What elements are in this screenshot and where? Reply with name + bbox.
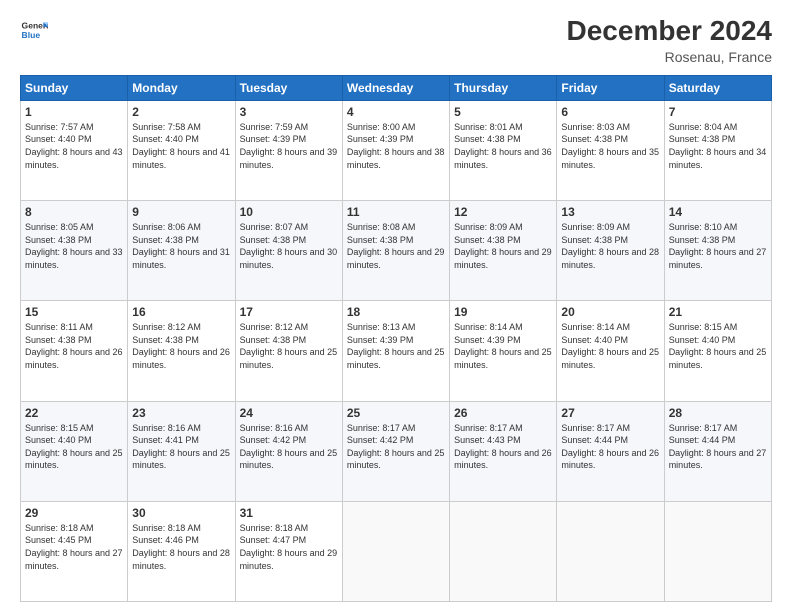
title-block: December 2024 Rosenau, France <box>567 16 772 65</box>
table-row: 13Sunrise: 8:09 AMSunset: 4:38 PMDayligh… <box>557 201 664 301</box>
table-row: 20Sunrise: 8:14 AMSunset: 4:40 PMDayligh… <box>557 301 664 401</box>
table-row: 28Sunrise: 8:17 AMSunset: 4:44 PMDayligh… <box>664 401 771 501</box>
table-row: 8Sunrise: 8:05 AMSunset: 4:38 PMDaylight… <box>21 201 128 301</box>
header: General Blue December 2024 Rosenau, Fran… <box>20 16 772 65</box>
table-row: 18Sunrise: 8:13 AMSunset: 4:39 PMDayligh… <box>342 301 449 401</box>
calendar-week-2: 8Sunrise: 8:05 AMSunset: 4:38 PMDaylight… <box>21 201 772 301</box>
table-row: 9Sunrise: 8:06 AMSunset: 4:38 PMDaylight… <box>128 201 235 301</box>
col-wednesday: Wednesday <box>342 75 449 100</box>
table-row: 25Sunrise: 8:17 AMSunset: 4:42 PMDayligh… <box>342 401 449 501</box>
col-monday: Monday <box>128 75 235 100</box>
table-row: 3Sunrise: 7:59 AMSunset: 4:39 PMDaylight… <box>235 100 342 200</box>
logo-icon: General Blue <box>20 16 48 44</box>
calendar-week-3: 15Sunrise: 8:11 AMSunset: 4:38 PMDayligh… <box>21 301 772 401</box>
table-row: 7Sunrise: 8:04 AMSunset: 4:38 PMDaylight… <box>664 100 771 200</box>
col-sunday: Sunday <box>21 75 128 100</box>
table-row: 1Sunrise: 7:57 AMSunset: 4:40 PMDaylight… <box>21 100 128 200</box>
table-row: 30Sunrise: 8:18 AMSunset: 4:46 PMDayligh… <box>128 501 235 601</box>
svg-text:Blue: Blue <box>22 30 41 40</box>
table-row <box>450 501 557 601</box>
col-saturday: Saturday <box>664 75 771 100</box>
calendar-week-4: 22Sunrise: 8:15 AMSunset: 4:40 PMDayligh… <box>21 401 772 501</box>
table-row: 6Sunrise: 8:03 AMSunset: 4:38 PMDaylight… <box>557 100 664 200</box>
location: Rosenau, France <box>567 49 772 65</box>
table-row: 15Sunrise: 8:11 AMSunset: 4:38 PMDayligh… <box>21 301 128 401</box>
table-row: 5Sunrise: 8:01 AMSunset: 4:38 PMDaylight… <box>450 100 557 200</box>
table-row: 22Sunrise: 8:15 AMSunset: 4:40 PMDayligh… <box>21 401 128 501</box>
calendar-header-row: Sunday Monday Tuesday Wednesday Thursday… <box>21 75 772 100</box>
col-thursday: Thursday <box>450 75 557 100</box>
table-row: 21Sunrise: 8:15 AMSunset: 4:40 PMDayligh… <box>664 301 771 401</box>
table-row: 14Sunrise: 8:10 AMSunset: 4:38 PMDayligh… <box>664 201 771 301</box>
calendar-table: Sunday Monday Tuesday Wednesday Thursday… <box>20 75 772 602</box>
table-row <box>557 501 664 601</box>
calendar-page: General Blue December 2024 Rosenau, Fran… <box>0 0 792 612</box>
col-friday: Friday <box>557 75 664 100</box>
table-row: 11Sunrise: 8:08 AMSunset: 4:38 PMDayligh… <box>342 201 449 301</box>
table-row: 12Sunrise: 8:09 AMSunset: 4:38 PMDayligh… <box>450 201 557 301</box>
table-row: 16Sunrise: 8:12 AMSunset: 4:38 PMDayligh… <box>128 301 235 401</box>
table-row <box>664 501 771 601</box>
table-row: 4Sunrise: 8:00 AMSunset: 4:39 PMDaylight… <box>342 100 449 200</box>
table-row: 24Sunrise: 8:16 AMSunset: 4:42 PMDayligh… <box>235 401 342 501</box>
table-row: 26Sunrise: 8:17 AMSunset: 4:43 PMDayligh… <box>450 401 557 501</box>
col-tuesday: Tuesday <box>235 75 342 100</box>
month-title: December 2024 <box>567 16 772 47</box>
calendar-week-1: 1Sunrise: 7:57 AMSunset: 4:40 PMDaylight… <box>21 100 772 200</box>
table-row: 19Sunrise: 8:14 AMSunset: 4:39 PMDayligh… <box>450 301 557 401</box>
table-row: 27Sunrise: 8:17 AMSunset: 4:44 PMDayligh… <box>557 401 664 501</box>
table-row: 29Sunrise: 8:18 AMSunset: 4:45 PMDayligh… <box>21 501 128 601</box>
calendar-week-5: 29Sunrise: 8:18 AMSunset: 4:45 PMDayligh… <box>21 501 772 601</box>
table-row: 31Sunrise: 8:18 AMSunset: 4:47 PMDayligh… <box>235 501 342 601</box>
logo: General Blue <box>20 16 48 44</box>
table-row: 2Sunrise: 7:58 AMSunset: 4:40 PMDaylight… <box>128 100 235 200</box>
table-row <box>342 501 449 601</box>
table-row: 10Sunrise: 8:07 AMSunset: 4:38 PMDayligh… <box>235 201 342 301</box>
table-row: 17Sunrise: 8:12 AMSunset: 4:38 PMDayligh… <box>235 301 342 401</box>
table-row: 23Sunrise: 8:16 AMSunset: 4:41 PMDayligh… <box>128 401 235 501</box>
